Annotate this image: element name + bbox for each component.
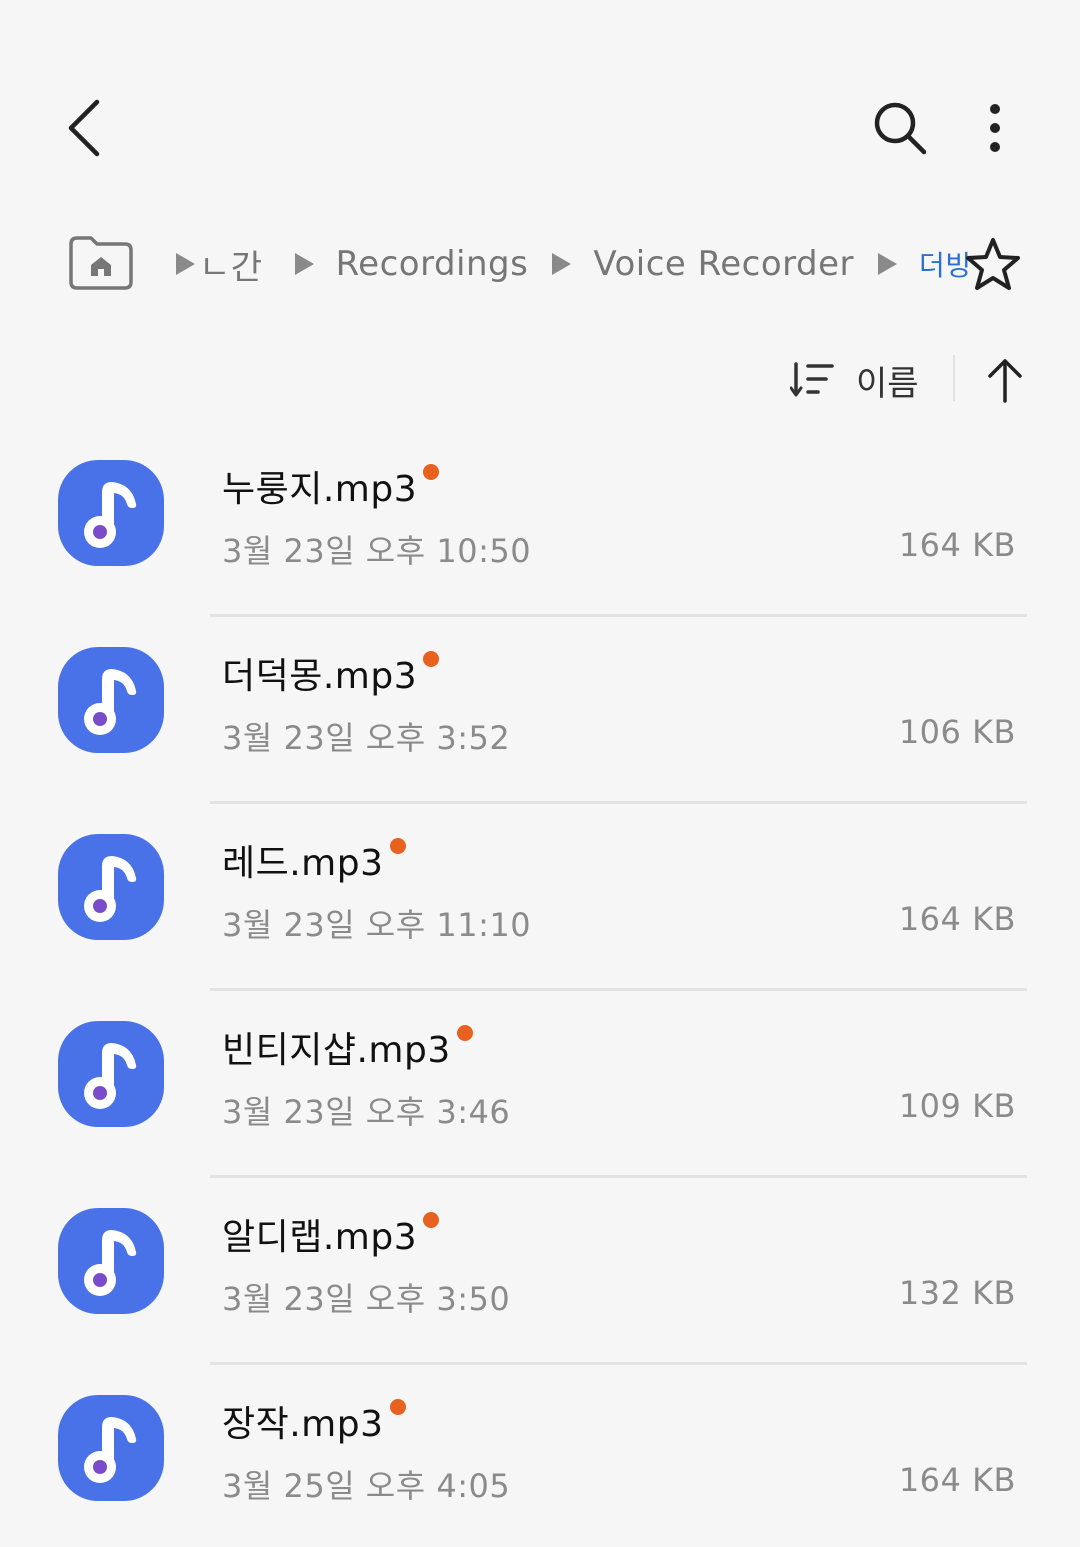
file-row[interactable]: 알디랩.mp3 3월 23일 오후 3:50 132 KB [0, 1178, 1080, 1365]
file-date: 3월 25일 오후 4:05 [222, 1467, 511, 1505]
music-file-icon [58, 1021, 164, 1127]
file-name-wrap: 빈티지샵.mp3 [222, 1021, 473, 1073]
new-badge [456, 1025, 473, 1041]
chevron-left-icon [68, 99, 100, 157]
file-name: 빈티지샵.mp3 [222, 1030, 451, 1071]
sort-by-button[interactable]: 이름 [790, 351, 919, 409]
file-size: 106 KB [898, 713, 1016, 751]
file-size: 164 KB [898, 526, 1016, 564]
file-name-wrap: 레드.mp3 [222, 834, 406, 886]
arrow-up-icon [988, 359, 1022, 403]
file-row[interactable]: 레드.mp3 3월 23일 오후 11:10 164 KB [0, 804, 1080, 991]
file-name-wrap: 장작.mp3 [222, 1395, 406, 1447]
breadcrumb: ㄴ간 Recordings Voice Recorder 더빙 [0, 228, 1080, 300]
file-name: 장작.mp3 [222, 1404, 384, 1445]
more-vertical-icon [990, 104, 1000, 152]
file-date: 3월 23일 오후 11:10 [222, 906, 532, 944]
new-badge [423, 1212, 440, 1228]
new-badge [389, 1399, 406, 1415]
new-badge [423, 464, 440, 480]
file-name: 알디랩.mp3 [222, 1217, 418, 1258]
file-name: 누룽지.mp3 [222, 469, 418, 510]
back-button[interactable] [50, 88, 120, 168]
file-size: 132 KB [898, 1274, 1016, 1312]
breadcrumb-track: ㄴ간 Recordings Voice Recorder 더빙 [170, 228, 972, 300]
file-date: 3월 23일 오후 3:46 [222, 1093, 511, 1131]
file-name-wrap: 더덕몽.mp3 [222, 647, 440, 699]
music-file-icon [58, 1395, 164, 1501]
music-file-icon [58, 1208, 164, 1314]
top-app-bar [0, 0, 1080, 220]
file-date: 3월 23일 오후 3:50 [222, 1280, 511, 1318]
file-name-wrap: 누룽지.mp3 [222, 460, 440, 512]
home-folder-icon [69, 236, 133, 290]
more-options-button[interactable] [960, 90, 1030, 166]
sort-order-button[interactable] [976, 349, 1034, 411]
star-outline-icon [966, 238, 1020, 290]
favorite-button[interactable] [960, 232, 1026, 296]
sort-list-icon [790, 362, 834, 397]
file-browser-screen: ㄴ간 Recordings Voice Recorder 더빙 이름 누룽지.m… [0, 0, 1080, 1547]
file-name-wrap: 알디랩.mp3 [222, 1208, 440, 1260]
breadcrumb-separator-icon [552, 253, 572, 275]
search-icon [874, 102, 927, 155]
breadcrumb-separator-icon [176, 253, 195, 275]
file-date: 3월 23일 오후 3:52 [222, 719, 511, 757]
file-date: 3월 23일 오후 10:50 [222, 532, 532, 570]
home-button[interactable] [66, 234, 136, 292]
music-file-icon [58, 647, 164, 753]
file-name: 레드.mp3 [222, 843, 384, 884]
file-size: 164 KB [898, 1461, 1016, 1499]
file-row[interactable]: 장작.mp3 3월 25일 오후 4:05 164 KB [0, 1365, 1080, 1547]
file-size: 109 KB [898, 1087, 1016, 1125]
search-button[interactable] [860, 90, 940, 166]
new-badge [389, 838, 406, 854]
new-badge [423, 651, 440, 667]
file-name: 더덕몽.mp3 [222, 656, 418, 697]
file-list: 누룽지.mp3 3월 23일 오후 10:50 164 KB 더덕몽.mp3 3… [0, 430, 1080, 1547]
breadcrumb-item-voice-recorder[interactable]: Voice Recorder [593, 244, 854, 284]
music-file-icon [58, 834, 164, 940]
file-row[interactable]: 빈티지샵.mp3 3월 23일 오후 3:46 109 KB [0, 991, 1080, 1178]
breadcrumb-separator-icon [294, 253, 314, 275]
sort-divider [953, 355, 955, 401]
music-file-icon [58, 460, 164, 566]
breadcrumb-item-internal-storage[interactable]: ㄴ간 [199, 240, 263, 289]
file-row[interactable]: 더덕몽.mp3 3월 23일 오후 3:52 106 KB [0, 617, 1080, 804]
sort-label: 이름 [856, 363, 919, 404]
breadcrumb-separator-icon [877, 253, 897, 275]
sort-bar: 이름 [0, 345, 1080, 415]
file-row[interactable]: 누룽지.mp3 3월 23일 오후 10:50 164 KB [0, 430, 1080, 617]
file-size: 164 KB [898, 900, 1016, 938]
breadcrumb-item-recordings[interactable]: Recordings [336, 244, 529, 284]
